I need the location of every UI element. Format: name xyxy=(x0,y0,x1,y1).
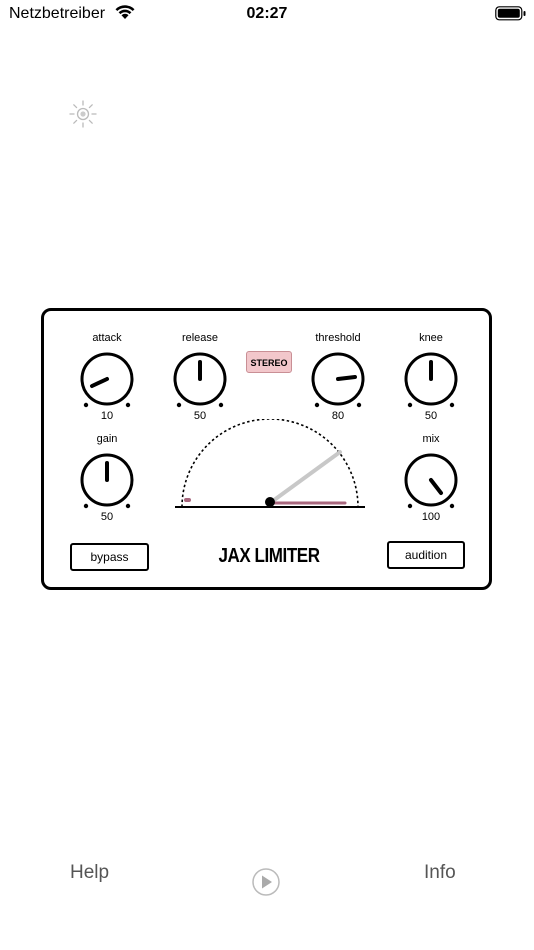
meter-arc xyxy=(181,418,359,508)
gain-reduction-meter xyxy=(172,418,368,520)
audition-button[interactable]: audition xyxy=(387,541,465,569)
brightness-icon[interactable] xyxy=(68,99,98,129)
attack-dial[interactable] xyxy=(72,346,142,410)
threshold-label: threshold xyxy=(315,332,361,344)
gain-dial[interactable] xyxy=(72,447,142,511)
attack-pointer xyxy=(90,377,109,388)
bypass-button[interactable]: bypass xyxy=(70,543,149,571)
gain-value: 50 xyxy=(100,511,114,523)
knee-value: 50 xyxy=(424,410,438,422)
status-time: 02:27 xyxy=(246,5,288,22)
mix-pointer xyxy=(429,478,443,495)
release-label: release xyxy=(181,332,219,344)
info-button[interactable]: Info xyxy=(424,862,456,884)
help-button[interactable]: Help xyxy=(70,862,109,884)
meter-needle xyxy=(268,450,342,505)
threshold-dial[interactable] xyxy=(303,346,373,410)
attack-value: 10 xyxy=(100,410,114,422)
threshold-pointer xyxy=(336,375,357,381)
mix-dial[interactable] xyxy=(396,447,466,511)
release-dial[interactable] xyxy=(165,346,235,410)
limiter-panel: attack 10 release 50 STEREO threshold 80… xyxy=(41,308,492,590)
knee-dial[interactable] xyxy=(396,346,466,410)
play-icon xyxy=(252,868,280,896)
mix-value: 100 xyxy=(421,511,441,523)
mix-label: mix xyxy=(422,433,440,445)
status-bar: Netzbetreiber 02:27 xyxy=(0,0,534,30)
attack-label: attack xyxy=(92,332,122,344)
knee-label: knee xyxy=(419,332,443,344)
gain-label: gain xyxy=(96,433,118,445)
play-button[interactable] xyxy=(251,867,281,902)
meter-pivot xyxy=(265,497,275,507)
stereo-button[interactable]: STEREO xyxy=(246,351,292,373)
plugin-title: JAX LIMITER xyxy=(218,545,320,567)
battery-icon xyxy=(495,6,527,27)
